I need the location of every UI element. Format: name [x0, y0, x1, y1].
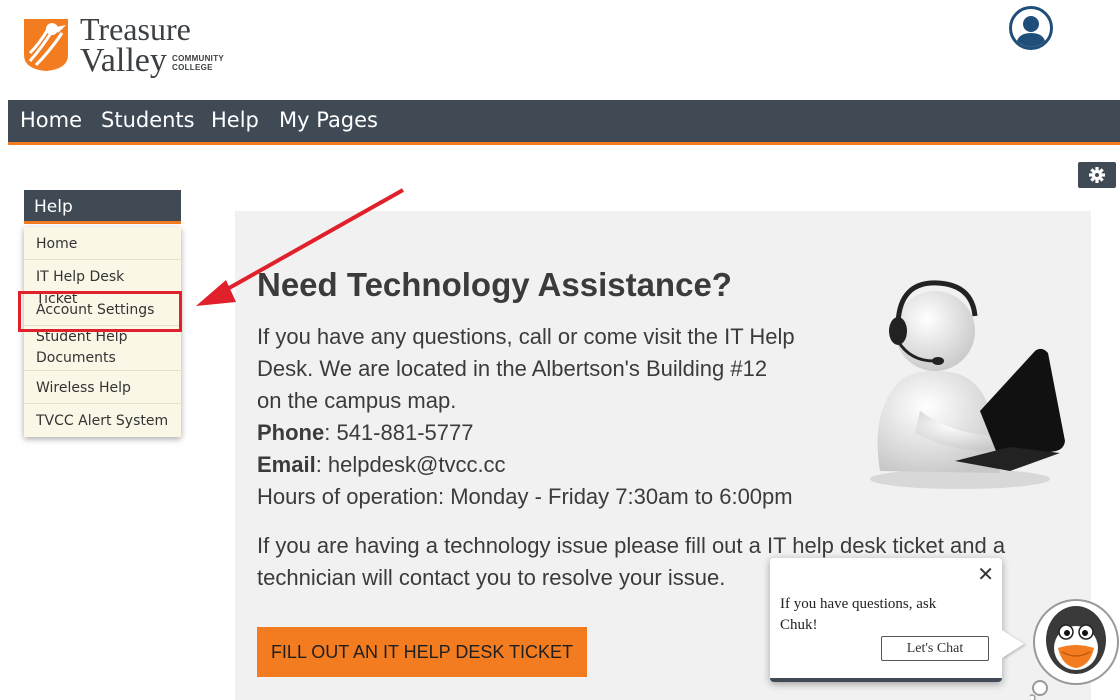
phone-label: Phone: [257, 420, 325, 445]
lets-chat-button[interactable]: Let's Chat: [881, 636, 989, 661]
email-line: Email: helpdesk@tvcc.cc: [257, 449, 847, 481]
intro-text-line: If you have any questions, call or come …: [257, 324, 795, 349]
main-nav-bar: Home Students Help My Pages: [8, 100, 1120, 145]
logo-text-community-college: COMMUNITY COLLEGE: [172, 54, 224, 72]
penguin-mascot-icon[interactable]: [1030, 588, 1120, 700]
site-header: Treasure Valley COMMUNITY COLLEGE: [0, 0, 1120, 100]
sidebar-menu: Home IT Help Desk Ticket Account Setting…: [24, 227, 181, 437]
logo-text-community: COMMUNITY: [172, 54, 225, 63]
chat-message: If you have questions, ask Chuk!: [780, 594, 980, 636]
nav-help[interactable]: Help: [211, 108, 259, 132]
gear-icon: [1089, 167, 1105, 183]
user-icon: [1016, 16, 1046, 47]
bird-logo-icon: [24, 19, 68, 71]
highlight-annotation-box: [18, 291, 182, 332]
sidebar-item-tvcc-alert-system[interactable]: TVCC Alert System: [24, 404, 181, 437]
chat-message-line: If you have questions, ask: [780, 596, 937, 612]
college-logo[interactable]: Treasure Valley COMMUNITY COLLEGE: [22, 12, 262, 84]
nav-students[interactable]: Students: [101, 108, 195, 132]
nav-my-pages[interactable]: My Pages: [279, 108, 378, 132]
logo-text-college: COLLEGE: [172, 63, 213, 72]
contact-info: If you have any questions, call or come …: [257, 321, 847, 513]
nav-home[interactable]: Home: [20, 108, 82, 132]
user-account-button[interactable]: [1009, 6, 1053, 50]
chat-popup: ✕ If you have questions, ask Chuk! Let's…: [770, 558, 1002, 682]
phone-line: Phone: 541-881-5777: [257, 417, 847, 449]
sidebar-item-student-help-documents[interactable]: Student Help Documents: [24, 326, 181, 371]
sidebar-title: Help: [24, 190, 181, 224]
close-icon[interactable]: ✕: [977, 562, 994, 586]
email-value[interactable]: : helpdesk@tvcc.cc: [316, 452, 506, 477]
sidebar-item-wireless-help[interactable]: Wireless Help: [24, 371, 181, 404]
logo-text-valley: Valley: [80, 42, 167, 79]
chat-bubble-tail: [1002, 630, 1024, 658]
page-title: Need Technology Assistance?: [257, 266, 732, 303]
sidebar-item-it-help-desk-ticket[interactable]: IT Help Desk Ticket: [24, 260, 181, 307]
hours-text: Hours of operation: Monday - Friday 7:30…: [257, 484, 793, 509]
phone-value: : 541-881-5777: [324, 420, 474, 445]
email-label: Email: [257, 452, 316, 477]
intro-text-line: Desk. We are located in the Albertson's …: [257, 356, 768, 381]
chat-message-line: Chuk!: [780, 617, 818, 633]
settings-button[interactable]: [1078, 162, 1116, 188]
sidebar-item-label: Documents: [36, 350, 116, 366]
intro-text-line: on the campus map.: [257, 388, 457, 413]
sidebar-item-home[interactable]: Home: [24, 227, 181, 260]
logo-text-treasure: Treasure: [80, 11, 191, 47]
fill-out-ticket-button[interactable]: FILL OUT AN IT HELP DESK TICKET: [257, 627, 587, 677]
headset-technician-laptop-image: [870, 280, 1065, 489]
